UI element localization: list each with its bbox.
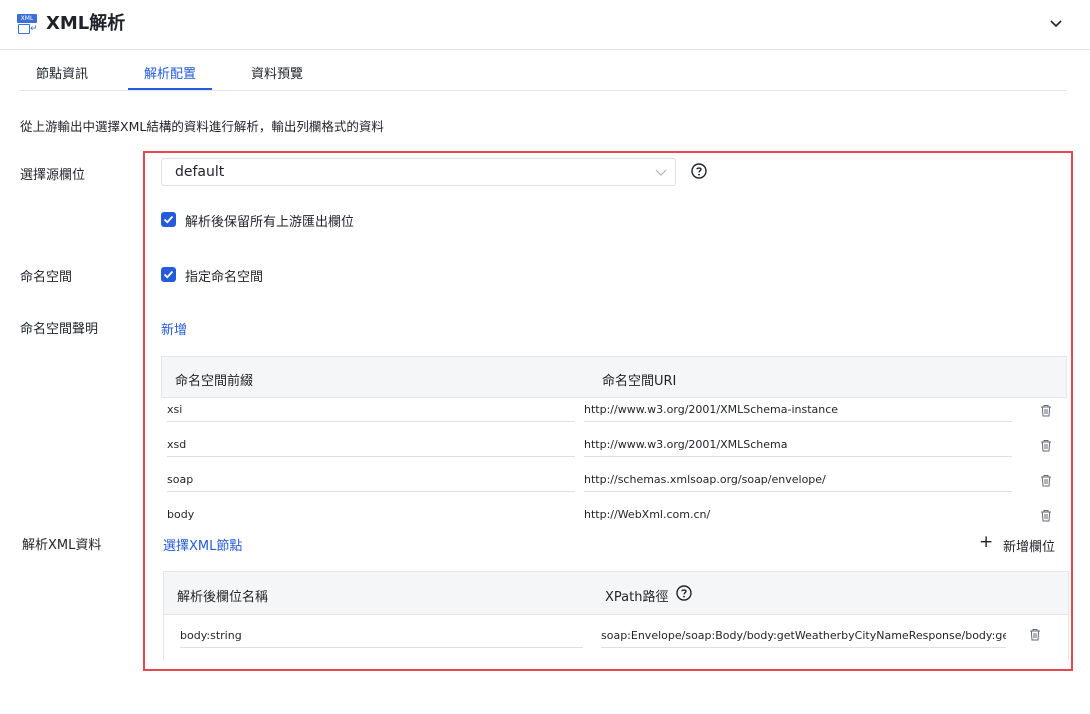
table-row: xsd http://www.w3.org/2001/XMLSchema [161, 433, 1067, 468]
delete-row-icon[interactable] [1040, 404, 1052, 417]
table-row: soap http://schemas.xmlsoap.org/soap/env… [161, 468, 1067, 503]
xpath-input[interactable]: soap:Envelope/soap:Body/body:getWeatherb… [601, 624, 1006, 648]
namespace-table-header: 命名空間前綴 命名空間URI [161, 356, 1067, 398]
xml-file-icon: XML ↵ [17, 14, 38, 34]
parse-xml-data-label: 解析XML資料 [22, 538, 102, 553]
namespace-checkbox[interactable] [161, 267, 176, 282]
namespace-uri-input[interactable]: http://WebXml.com.cn/ [584, 503, 1012, 527]
tab-data-preview[interactable]: 資料預覽 [251, 63, 303, 82]
column-header-uri: 命名空間URI [602, 374, 677, 389]
help-icon[interactable] [691, 163, 707, 179]
column-header-field-name: 解析後欄位名稱 [177, 590, 269, 605]
keep-fields-label: 解析後保留所有上游匯出欄位 [185, 215, 355, 230]
config-description: 從上游輸出中選擇XML結構的資料進行解析，輸出列欄格式的資料 [20, 119, 384, 134]
panel-title: XML解析 [46, 13, 126, 34]
delete-row-icon[interactable] [1029, 628, 1041, 641]
source-field-value: default [175, 164, 225, 180]
add-field-label: 新增欄位 [1003, 540, 1056, 555]
source-field-select[interactable]: default [161, 158, 676, 186]
table-row: body:string soap:Envelope/soap:Body/body… [163, 615, 1069, 661]
keep-fields-checkbox[interactable] [161, 212, 176, 227]
add-field-button[interactable]: + 新增欄位 [979, 532, 1059, 555]
source-field-label: 選擇源欄位 [20, 168, 86, 183]
column-header-prefix: 命名空間前綴 [175, 374, 254, 389]
help-icon[interactable] [676, 585, 692, 601]
delete-row-icon[interactable] [1040, 439, 1052, 452]
delete-row-icon[interactable] [1040, 509, 1052, 522]
xpath-table: 解析後欄位名稱 XPath路徑 body:string soap:Envelop… [163, 571, 1069, 661]
chevron-down-icon [655, 169, 667, 176]
xml-icon-tag: XML [17, 14, 37, 23]
namespace-checkbox-label: 指定命名空間 [185, 270, 264, 285]
table-row: body http://WebXml.com.cn/ [161, 503, 1067, 528]
namespace-uri-input[interactable]: http://www.w3.org/2001/XMLSchema-instanc… [584, 398, 1012, 422]
tab-bar: 節點資訊 解析配置 資料預覽 [20, 51, 1067, 91]
xpath-table-header: 解析後欄位名稱 XPath路徑 [163, 571, 1069, 615]
namespace-declaration-label: 命名空間聲明 [20, 322, 99, 337]
active-tab-indicator [128, 88, 212, 90]
check-icon [163, 215, 174, 224]
panel-header: XML ↵ XML解析 [0, 0, 1090, 50]
plus-icon: + [979, 532, 994, 552]
check-icon [163, 270, 174, 279]
tab-node-info[interactable]: 節點資訊 [36, 63, 88, 82]
chevron-down-icon[interactable] [1047, 14, 1065, 32]
table-row: xsi http://www.w3.org/2001/XMLSchema-ins… [161, 398, 1067, 433]
tab-parse-config[interactable]: 解析配置 [144, 63, 196, 82]
namespace-uri-input[interactable]: http://schemas.xmlsoap.org/soap/envelope… [584, 468, 1012, 492]
namespace-prefix-input[interactable]: soap [167, 468, 575, 492]
namespace-uri-input[interactable]: http://www.w3.org/2001/XMLSchema [584, 433, 1012, 457]
column-header-xpath: XPath路徑 [605, 590, 669, 605]
namespace-prefix-input[interactable]: xsd [167, 433, 575, 457]
add-namespace-link[interactable]: 新增 [161, 319, 187, 338]
delete-row-icon[interactable] [1040, 474, 1052, 487]
namespace-table: 命名空間前綴 命名空間URI xsi http://www.w3.org/200… [161, 356, 1067, 528]
namespace-prefix-input[interactable]: body [167, 503, 575, 527]
namespace-prefix-input[interactable]: xsi [167, 398, 575, 422]
namespace-label: 命名空間 [20, 270, 73, 285]
field-name-input[interactable]: body:string [180, 624, 583, 648]
select-xml-node-link[interactable]: 選擇XML節點 [163, 535, 242, 554]
